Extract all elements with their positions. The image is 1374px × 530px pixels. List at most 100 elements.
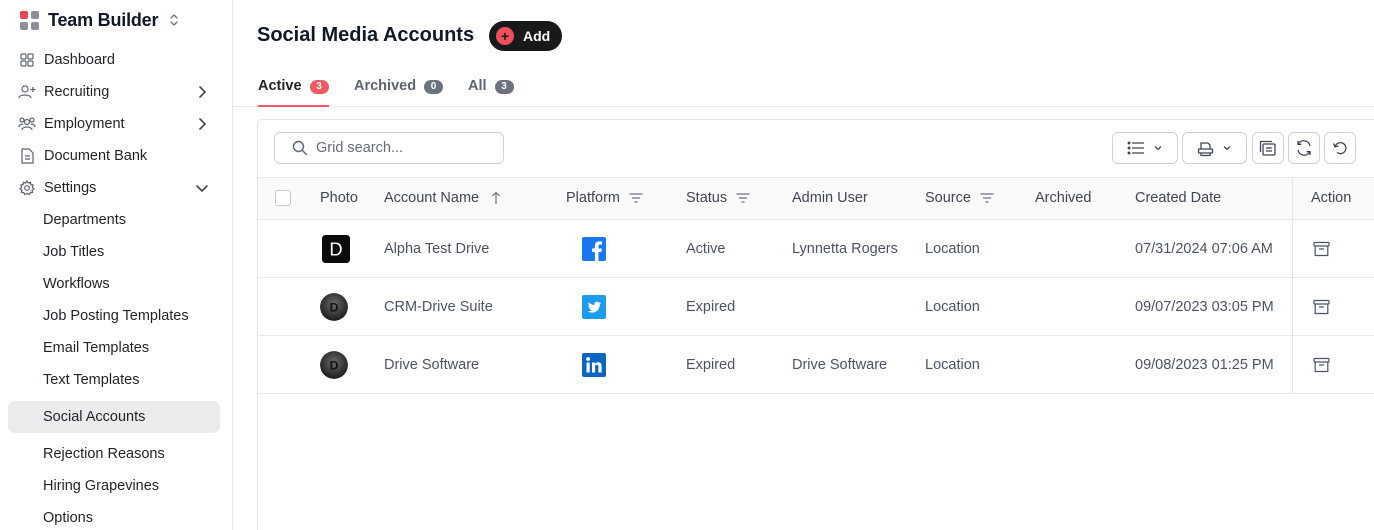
- add-button-label: Add: [523, 28, 551, 44]
- column-header-label: Account Name: [384, 190, 480, 206]
- export-icon: [1197, 141, 1214, 156]
- refresh-button[interactable]: [1288, 132, 1320, 164]
- account-name: CRM-Drive Suite: [384, 299, 493, 315]
- column-header-created-date: Created Date: [1135, 177, 1221, 219]
- sidebar-item-workflows[interactable]: Workflows: [43, 270, 213, 298]
- status-value: Expired: [686, 299, 736, 315]
- add-button[interactable]: + Add: [489, 21, 562, 51]
- chevron-down-icon: [1154, 146, 1162, 151]
- tab-count-badge: 3: [494, 80, 514, 94]
- filter-icon[interactable]: [736, 193, 750, 203]
- bulk-action-button[interactable]: [1252, 132, 1284, 164]
- status-value: Active: [686, 241, 726, 257]
- sidebar-item-hiring-grapevines[interactable]: Hiring Grapevines: [43, 472, 213, 500]
- filter-icon[interactable]: [629, 193, 643, 203]
- app-logo-icon: [20, 10, 39, 30]
- reset-button[interactable]: [1324, 132, 1356, 164]
- search-input[interactable]: [316, 140, 496, 156]
- sort-ascending-icon[interactable]: [491, 191, 501, 205]
- sidebar-item-label: Settings: [44, 180, 97, 196]
- sidebar-item-employment[interactable]: Employment: [18, 110, 216, 138]
- column-header-admin-user: Admin User: [792, 177, 868, 219]
- chevron-right-icon: [199, 118, 207, 130]
- column-header-label: Archived: [1035, 190, 1092, 206]
- tab-count-badge: 3: [309, 80, 329, 94]
- column-chooser-button[interactable]: [1112, 132, 1178, 164]
- sidebar-item-label: Document Bank: [44, 148, 148, 164]
- search-icon: [292, 140, 308, 156]
- sidebar-item-job-titles[interactable]: Job Titles: [43, 238, 213, 266]
- tab-label: Archived: [354, 78, 417, 94]
- sidebar-item-label: Recruiting: [44, 84, 110, 100]
- grid-icon: [18, 51, 36, 69]
- sidebar-item-dashboard[interactable]: Dashboard: [18, 46, 216, 74]
- column-header-label: Photo: [320, 190, 358, 206]
- chevron-right-icon: [199, 86, 207, 98]
- account-photo: D: [322, 220, 350, 278]
- tab-active[interactable]: Active 3: [258, 78, 329, 107]
- svg-text:D: D: [330, 358, 339, 372]
- grid-search[interactable]: [274, 132, 504, 164]
- source-value: Location: [925, 299, 980, 315]
- admin-user: Drive Software: [792, 357, 888, 373]
- svg-text:D: D: [330, 300, 339, 314]
- chevron-updown-icon: [168, 11, 180, 29]
- account-name: Alpha Test Drive: [384, 241, 490, 257]
- svg-text:D: D: [329, 238, 342, 259]
- undo-icon: [1332, 142, 1347, 155]
- admin-user: Lynnetta Rogers: [792, 241, 898, 257]
- linkedin-icon: [582, 336, 606, 394]
- column-header-archived: Archived: [1035, 177, 1091, 219]
- sidebar-item-rejection-reasons[interactable]: Rejection Reasons: [43, 440, 213, 468]
- status-tabs: Active 3 Archived 0 All 3: [233, 70, 1374, 107]
- archive-icon[interactable]: [1313, 220, 1330, 278]
- column-header-label: Source: [925, 190, 971, 206]
- document-icon: [18, 147, 36, 165]
- column-header-label: Status: [686, 190, 728, 206]
- sidebar-item-email-templates[interactable]: Email Templates: [43, 334, 213, 362]
- status-value: Expired: [686, 357, 736, 373]
- column-header-label: Action: [1311, 190, 1352, 206]
- column-header-account-name[interactable]: Account Name: [384, 177, 501, 219]
- archive-icon[interactable]: [1313, 278, 1330, 336]
- column-header-action: Action: [1311, 177, 1351, 219]
- list-icon: [1127, 141, 1144, 155]
- app-switcher[interactable]: Team Builder: [20, 8, 180, 32]
- sidebar-item-text-templates[interactable]: Text Templates: [43, 366, 213, 394]
- facebook-icon: [582, 220, 606, 278]
- export-button[interactable]: [1182, 132, 1247, 164]
- sidebar-item-settings[interactable]: Settings: [18, 174, 216, 202]
- plus-icon: +: [496, 27, 514, 45]
- sidebar: Team Builder Dashboard Recruiting Employ…: [0, 0, 233, 530]
- sidebar-item-document-bank[interactable]: Document Bank: [18, 142, 216, 170]
- sidebar-item-recruiting[interactable]: Recruiting: [18, 78, 216, 106]
- account-name: Drive Software: [384, 357, 480, 373]
- sidebar-item-options[interactable]: Options: [43, 504, 213, 530]
- tab-label: Active: [258, 78, 302, 94]
- tab-archived[interactable]: Archived 0: [354, 78, 444, 107]
- chevron-down-icon: [196, 185, 208, 193]
- column-header-source[interactable]: Source: [925, 177, 994, 219]
- chevron-down-icon: [1223, 146, 1231, 151]
- column-header-platform[interactable]: Platform: [566, 177, 643, 219]
- refresh-icon: [1297, 140, 1311, 156]
- tab-count-badge: 0: [424, 80, 444, 94]
- user-plus-icon: [18, 83, 36, 101]
- account-photo: D: [320, 336, 348, 394]
- sidebar-item-job-posting-templates[interactable]: Job Posting Templates: [43, 302, 213, 330]
- select-all-checkbox[interactable]: [275, 190, 291, 206]
- sidebar-item-departments[interactable]: Departments: [43, 206, 213, 234]
- twitter-icon: [582, 278, 606, 336]
- column-header-status[interactable]: Status: [686, 177, 750, 219]
- filter-icon[interactable]: [980, 193, 994, 203]
- sidebar-item-social-accounts[interactable]: Social Accounts: [43, 403, 213, 431]
- sidebar-item-label: Dashboard: [44, 52, 115, 68]
- users-icon: [18, 115, 36, 133]
- created-date: 09/07/2023 03:05 PM: [1135, 299, 1274, 315]
- column-header-label: Platform: [566, 190, 620, 206]
- account-photo: D: [320, 278, 348, 336]
- tab-label: All: [468, 78, 487, 94]
- archive-icon[interactable]: [1313, 336, 1330, 394]
- gear-icon: [18, 179, 36, 197]
- tab-all[interactable]: All 3: [468, 78, 514, 107]
